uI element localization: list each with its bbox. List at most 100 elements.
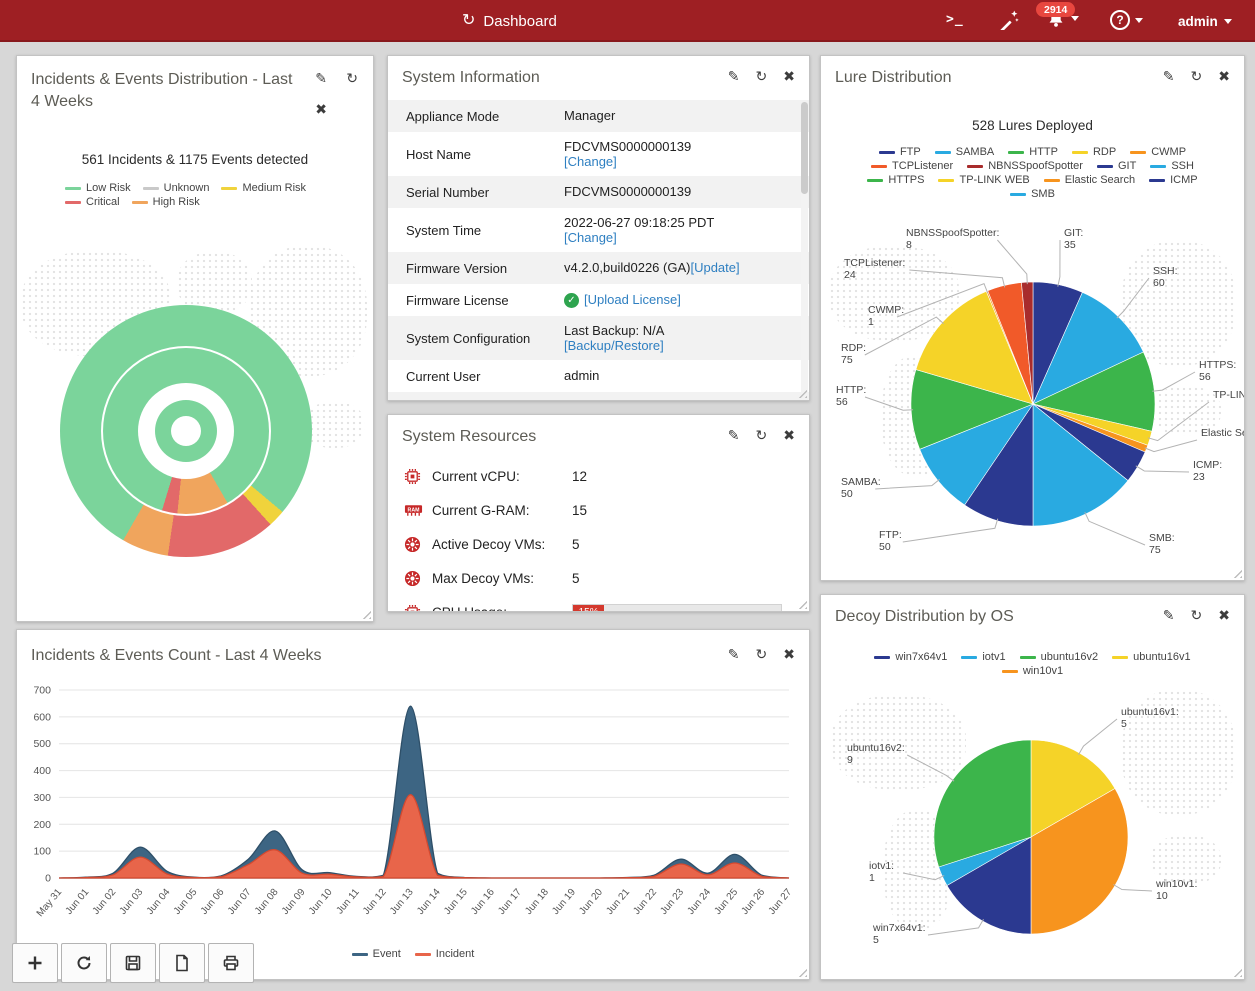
inline-link[interactable]: [Change] — [564, 154, 617, 169]
legend-item[interactable]: TP-LINK WEB — [938, 174, 1029, 186]
legend-item[interactable]: Medium Risk — [221, 182, 306, 194]
legend-item[interactable]: Incident — [415, 948, 475, 960]
x-axis-tick-label: Jun 01 — [64, 887, 92, 917]
risk-donut-chart[interactable] — [60, 305, 312, 557]
system-info-row: Firmware License✓[Upload License] — [388, 284, 809, 316]
legend-item-label: RDP — [1093, 146, 1116, 158]
legend-item[interactable]: Critical — [65, 196, 120, 208]
legend-item-label: Incident — [436, 948, 475, 960]
legend-item-label: FTP — [900, 146, 921, 158]
close-icon[interactable]: ✖ — [783, 69, 795, 83]
legend-item[interactable]: FTP — [879, 146, 921, 158]
resource-value: 12 — [572, 469, 587, 484]
user-menu[interactable]: admin — [1178, 0, 1232, 42]
legend-color-dash — [1130, 151, 1146, 154]
legend-item[interactable]: win10v1 — [1002, 665, 1063, 677]
refresh-icon[interactable]: ↻ — [756, 647, 768, 661]
legend-item[interactable]: Unknown — [143, 182, 210, 194]
legend-item[interactable]: win7x64v1 — [874, 651, 947, 663]
lure-pie-chart[interactable]: GIT:35SSH:60HTTPS:56TP-LINK WEB:Elastic … — [821, 206, 1245, 581]
legend-item[interactable]: RDP — [1072, 146, 1116, 158]
close-icon[interactable]: ✖ — [315, 102, 327, 116]
legend-item-label: Event — [373, 948, 401, 960]
legend-item-label: Critical — [86, 196, 120, 208]
legend-item[interactable]: SAMBA — [935, 146, 995, 158]
refresh-icon[interactable]: ↻ — [346, 71, 358, 85]
legend-item-label: TCPListener — [892, 160, 953, 172]
pie-label-leader-line — [1058, 240, 1060, 287]
x-axis-tick-label: May 31 — [35, 887, 65, 920]
help-menu[interactable]: ? — [1110, 10, 1143, 30]
legend-item[interactable]: Event — [352, 948, 401, 960]
legend-item-label: Medium Risk — [242, 182, 306, 194]
panel-title: System Resources — [402, 428, 536, 446]
incidents-events-area-chart[interactable]: 0100200300400500600700May 31Jun 01Jun 02… — [17, 678, 810, 930]
cli-console-icon[interactable]: >_ — [946, 12, 964, 27]
refresh-icon[interactable]: ↻ — [756, 428, 768, 442]
close-icon[interactable]: ✖ — [1218, 608, 1230, 622]
legend-item[interactable]: TCPListener — [871, 160, 953, 172]
add-widget-button[interactable] — [12, 943, 58, 983]
legend-item[interactable]: Elastic Search — [1044, 174, 1135, 186]
edit-icon[interactable]: ✎ — [728, 647, 740, 661]
resize-handle[interactable] — [796, 966, 807, 977]
inline-link[interactable]: [Upload License] — [584, 292, 681, 307]
refresh-icon[interactable]: ↻ — [1191, 69, 1203, 83]
close-icon[interactable]: ✖ — [783, 647, 795, 661]
setup-wizard-icon[interactable] — [998, 9, 1019, 35]
cpu-chip-icon — [404, 468, 432, 485]
edit-icon[interactable]: ✎ — [728, 69, 740, 83]
legend-item[interactable]: Low Risk — [65, 182, 131, 194]
risk-legend: Low Risk Unknown Medium Risk Critical High R… — [17, 180, 373, 210]
dashboard-menu-button[interactable]: ↻ Dashboard — [462, 0, 557, 42]
legend-item[interactable]: GIT — [1097, 160, 1136, 172]
save-layout-button[interactable] — [110, 943, 156, 983]
inline-link[interactable]: [Backup/Restore] — [564, 338, 664, 353]
legend-item[interactable]: ICMP — [1149, 174, 1198, 186]
close-icon[interactable]: ✖ — [783, 428, 795, 442]
legend-item[interactable]: HTTPS — [867, 174, 924, 186]
print-button[interactable] — [208, 943, 254, 983]
edit-icon[interactable]: ✎ — [1163, 69, 1175, 83]
legend-item[interactable]: CWMP — [1130, 146, 1186, 158]
resource-row: CPU Usage:15% — [388, 595, 809, 611]
inline-link[interactable]: [Change] — [564, 230, 617, 245]
legend-item-label: HTTP — [1029, 146, 1058, 158]
refresh-icon[interactable]: ↻ — [756, 69, 768, 83]
edit-icon[interactable]: ✎ — [315, 71, 327, 85]
decoy-pie-chart[interactable]: ubuntu16v1:5win10v1:10win7x64v1:5iotv1:1… — [821, 691, 1245, 980]
legend-item[interactable]: High Risk — [132, 196, 200, 208]
legend-item[interactable]: SMB — [1010, 188, 1055, 200]
resource-row: Current vCPU:12 — [388, 459, 809, 493]
legend-item[interactable]: iotv1 — [961, 651, 1005, 663]
legend-item[interactable]: SSH — [1150, 160, 1194, 172]
info-row-value: 2022-06-27 09:18:25 PDT[Change] — [564, 215, 714, 246]
legend-item-label: iotv1 — [982, 651, 1005, 663]
system-info-row: Host NameFDCVMS0000000139[Change] — [388, 132, 809, 176]
edit-icon[interactable]: ✎ — [728, 428, 740, 442]
pie-label-leader-line — [1136, 466, 1189, 472]
edit-icon[interactable]: ✎ — [1163, 608, 1175, 622]
resize-handle[interactable] — [360, 608, 371, 619]
system-info-row: Serial NumberFDCVMS0000000139 — [388, 176, 809, 208]
close-icon[interactable]: ✖ — [1218, 69, 1230, 83]
refresh-dashboard-button[interactable] — [61, 943, 107, 983]
scrollbar[interactable] — [801, 102, 808, 396]
new-page-button[interactable] — [159, 943, 205, 983]
legend-row: Critical High Risk — [65, 196, 373, 208]
legend-item[interactable]: ubuntu16v2 — [1020, 651, 1099, 663]
legend-item[interactable]: ubuntu16v1 — [1112, 651, 1191, 663]
pie-slice-label: iotv1:1 — [869, 860, 894, 884]
legend-item[interactable]: NBNSSpoofSpotter — [967, 160, 1083, 172]
legend-item[interactable]: HTTP — [1008, 146, 1058, 158]
info-value-line: [Change] — [564, 230, 714, 246]
refresh-icon[interactable]: ↻ — [1191, 608, 1203, 622]
inline-link[interactable]: [Update] — [690, 260, 739, 275]
legend-item-label: ICMP — [1170, 174, 1198, 186]
x-axis-tick-label: Jun 21 — [604, 887, 632, 917]
pie-slice-label: ubuntu16v2:9 — [847, 742, 905, 766]
resource-value: 5 — [572, 571, 580, 586]
x-axis-tick-label: Jun 13 — [388, 887, 416, 917]
scrollbar-thumb[interactable] — [801, 102, 808, 194]
legend-color-dash — [879, 151, 895, 154]
